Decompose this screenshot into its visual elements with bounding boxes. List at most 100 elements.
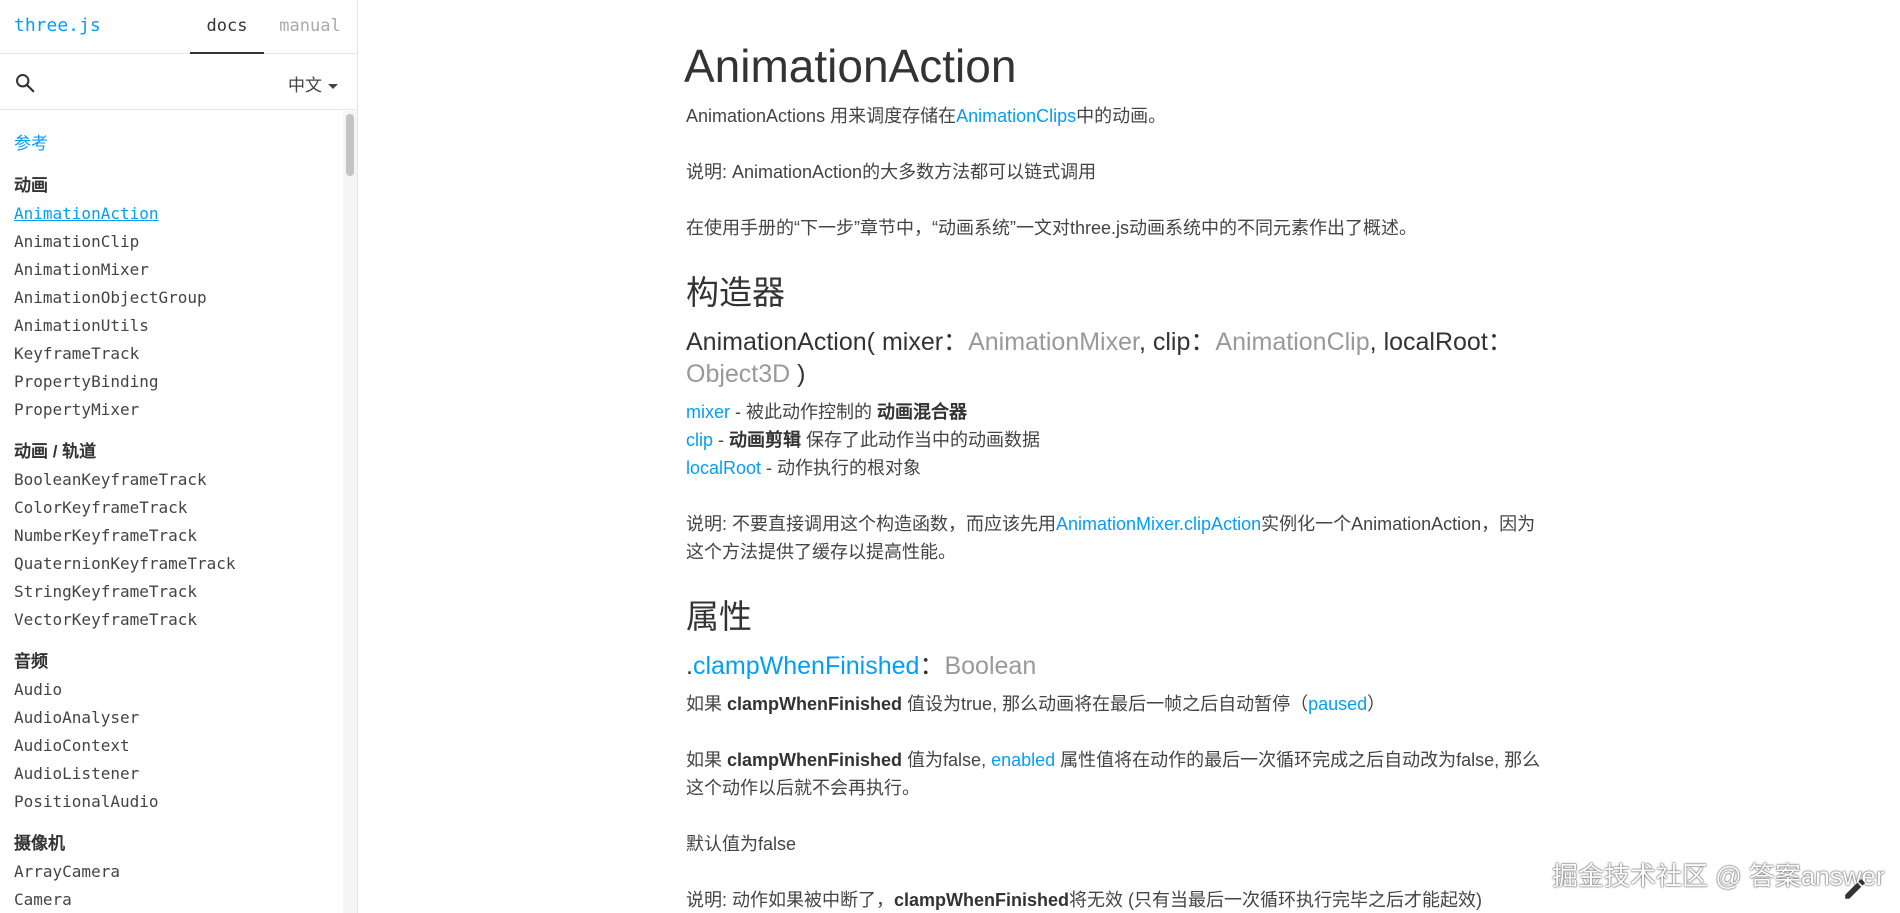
intro-paragraph: AnimationActions 用来调度存储在AnimationClips中的… bbox=[686, 102, 1546, 130]
property-colon: ： bbox=[919, 652, 945, 680]
signature-colon: ： bbox=[943, 328, 969, 356]
param-clip-type[interactable]: AnimationClip bbox=[1215, 328, 1369, 356]
property-bold: clampWhenFinished bbox=[727, 750, 903, 770]
param-desc: - bbox=[713, 430, 730, 450]
nav-list: 参考 动画 AnimationAction AnimationClip Animati… bbox=[0, 111, 343, 913]
watermark-text: 掘金技术社区 @ 答案answer bbox=[1552, 861, 1885, 891]
property-dot: . bbox=[686, 652, 693, 680]
param-mixer-name: mixer bbox=[881, 328, 944, 356]
property-bold: clampWhenFinished bbox=[894, 890, 1070, 910]
nav-item-propertybinding[interactable]: PropertyBinding bbox=[14, 368, 334, 396]
tab-manual[interactable]: manual bbox=[272, 0, 348, 54]
sidebar-header: three.js docs manual bbox=[0, 0, 357, 54]
filter-bar: 中文 bbox=[0, 55, 357, 110]
signature-colon: ： bbox=[1487, 328, 1513, 356]
property-name-link[interactable]: clampWhenFinished bbox=[693, 652, 920, 680]
doc-page: AnimationAction AnimationActions 用来调度存储在… bbox=[684, 36, 1546, 913]
paused-link[interactable]: paused bbox=[1308, 694, 1367, 714]
property-type: Boolean bbox=[944, 652, 1037, 680]
sidebar-scrollbar[interactable] bbox=[343, 111, 357, 913]
param-desc: - 动作执行的根对象 bbox=[761, 458, 922, 478]
text: 说明: 动作如果被中断了， bbox=[686, 890, 895, 910]
property-desc-3: 说明: 动作如果被中断了，clampWhenFinished将无效 (只有当最后… bbox=[686, 886, 1546, 913]
nav-item-audio[interactable]: Audio bbox=[14, 676, 334, 704]
text: 如果 bbox=[686, 694, 728, 714]
text: ） bbox=[1367, 694, 1386, 714]
constructor-signature: AnimationAction( mixer：AnimationMixer, c… bbox=[686, 326, 1546, 390]
nav-item-propertymixer[interactable]: PropertyMixer bbox=[14, 396, 334, 424]
manual-note: 在使用手册的“下一步”章节中，“动画系统”一文对three.js动画系统中的不同… bbox=[686, 218, 1418, 238]
param-desc: - 被此动作控制的 bbox=[730, 402, 877, 422]
properties-heading: 属性 bbox=[686, 598, 752, 635]
nav-item-camera[interactable]: Camera bbox=[14, 886, 334, 913]
nav-item-animationobjectgroup[interactable]: AnimationObjectGroup bbox=[14, 284, 334, 312]
text: 值为false, bbox=[902, 750, 992, 770]
nav-item-audioanalyser[interactable]: AudioAnalyser bbox=[14, 704, 334, 732]
param-link-localroot[interactable]: localRoot bbox=[686, 458, 761, 478]
text: 值设为true, 那么动画将在最后一帧之后自动暂停（ bbox=[902, 694, 1309, 714]
nav-root-label[interactable]: 参考 bbox=[14, 129, 48, 154]
search-icon[interactable] bbox=[14, 72, 36, 94]
property-desc-2: 如果 clampWhenFinished 值为false, enabled 属性… bbox=[686, 746, 1546, 802]
language-select[interactable]: 中文 bbox=[288, 71, 338, 96]
nav-item-vectorkeyframetrack[interactable]: VectorKeyframeTrack bbox=[14, 606, 334, 634]
nav-item-arraycamera[interactable]: ArrayCamera bbox=[14, 858, 334, 886]
property-title: .clampWhenFinished：Boolean bbox=[686, 650, 1546, 682]
param-row: clip - 动画剪辑 保存了此动作当中的动画数据 bbox=[686, 430, 1040, 450]
property-bold: clampWhenFinished bbox=[727, 694, 903, 714]
param-localroot-type[interactable]: Object3D bbox=[686, 360, 790, 388]
tab-docs[interactable]: docs bbox=[190, 0, 264, 54]
intro-text: AnimationActions 用来调度存储在 bbox=[686, 106, 957, 126]
doc-viewer: AnimationAction AnimationActions 用来调度存储在… bbox=[358, 0, 1900, 913]
param-link-clip[interactable]: clip bbox=[686, 430, 713, 450]
filter-input[interactable] bbox=[44, 67, 268, 99]
page-title: AnimationAction bbox=[684, 40, 1017, 92]
brand-link[interactable]: three.js bbox=[14, 15, 101, 36]
nav-section-heading: 摄像机 bbox=[14, 834, 65, 853]
sidebar-panel: three.js docs manual 中文 参考 动画 AnimationAc… bbox=[0, 0, 358, 913]
nav-section: 音频 Audio AudioAnalyser AudioContext AudioLis… bbox=[14, 648, 334, 816]
sidebar-scrollbar-thumb[interactable] bbox=[346, 114, 354, 176]
signature-comma: , bbox=[1138, 328, 1146, 356]
nav-section: 摄像机 ArrayCamera Camera bbox=[14, 830, 334, 913]
signature-colon: ： bbox=[1190, 328, 1216, 356]
nav-item-booleankeyframetrack[interactable]: BooleanKeyframeTrack bbox=[14, 466, 334, 494]
nav-section-heading: 动画 / 轨道 bbox=[14, 442, 97, 461]
enabled-link[interactable]: enabled bbox=[991, 750, 1055, 770]
nav-section: 动画 / 轨道 BooleanKeyframeTrack ColorKeyframe… bbox=[14, 438, 334, 634]
nav-sections: 动画 AnimationAction AnimationClip AnimationM… bbox=[14, 172, 334, 913]
nav-section: 动画 AnimationAction AnimationClip AnimationM… bbox=[14, 172, 334, 424]
nav-item-audiocontext[interactable]: AudioContext bbox=[14, 732, 334, 760]
nav-item-animationaction[interactable]: AnimationAction bbox=[14, 200, 334, 228]
param-desc-end: 保存了此动作当中的动画数据 bbox=[801, 430, 1041, 450]
nav-section-heading: 音频 bbox=[14, 652, 48, 671]
nav-item-audiolistener[interactable]: AudioListener bbox=[14, 760, 334, 788]
param-clip-name: clip bbox=[1152, 328, 1191, 356]
nav-item-animationmixer[interactable]: AnimationMixer bbox=[14, 256, 334, 284]
nav-item-positionalaudio[interactable]: PositionalAudio bbox=[14, 788, 334, 816]
constructor-heading: 构造器 bbox=[686, 274, 785, 311]
animationclips-link[interactable]: AnimationClips bbox=[956, 106, 1076, 126]
signature-name: AnimationAction( bbox=[686, 328, 875, 356]
nav-section-heading: 动画 bbox=[14, 176, 48, 195]
signature-comma: , bbox=[1369, 328, 1377, 356]
nav-item-quaternionkeyframetrack[interactable]: QuaternionKeyframeTrack bbox=[14, 550, 334, 578]
property-default: 默认值为false bbox=[686, 834, 797, 854]
param-localroot-name: localRoot bbox=[1383, 328, 1488, 356]
param-row: mixer - 被此动作控制的 动画混合器 bbox=[686, 402, 967, 422]
clipaction-link[interactable]: AnimationMixer.clipAction bbox=[1056, 514, 1261, 534]
constructor-note: 说明: 不要直接调用这个构造函数，而应该先用AnimationMixer.cli… bbox=[686, 510, 1546, 566]
param-link-mixer[interactable]: mixer bbox=[686, 402, 730, 422]
note-text: 说明: 不要直接调用这个构造函数，而应该先用 bbox=[686, 514, 1056, 534]
nav-item-keyframetrack[interactable]: KeyframeTrack bbox=[14, 340, 334, 368]
nav-item-numberkeyframetrack[interactable]: NumberKeyframeTrack bbox=[14, 522, 334, 550]
signature-close: ) bbox=[797, 360, 806, 388]
property-desc-1: 如果 clampWhenFinished 值设为true, 那么动画将在最后一帧… bbox=[686, 690, 1546, 718]
nav-item-animationutils[interactable]: AnimationUtils bbox=[14, 312, 334, 340]
nav-item-colorkeyframetrack[interactable]: ColorKeyframeTrack bbox=[14, 494, 334, 522]
nav-item-animationclip[interactable]: AnimationClip bbox=[14, 228, 334, 256]
nav-item-stringkeyframetrack[interactable]: StringKeyframeTrack bbox=[14, 578, 334, 606]
pencil-icon[interactable] bbox=[1842, 876, 1868, 902]
param-row: localRoot - 动作执行的根对象 bbox=[686, 458, 921, 478]
param-mixer-type[interactable]: AnimationMixer bbox=[968, 328, 1139, 356]
